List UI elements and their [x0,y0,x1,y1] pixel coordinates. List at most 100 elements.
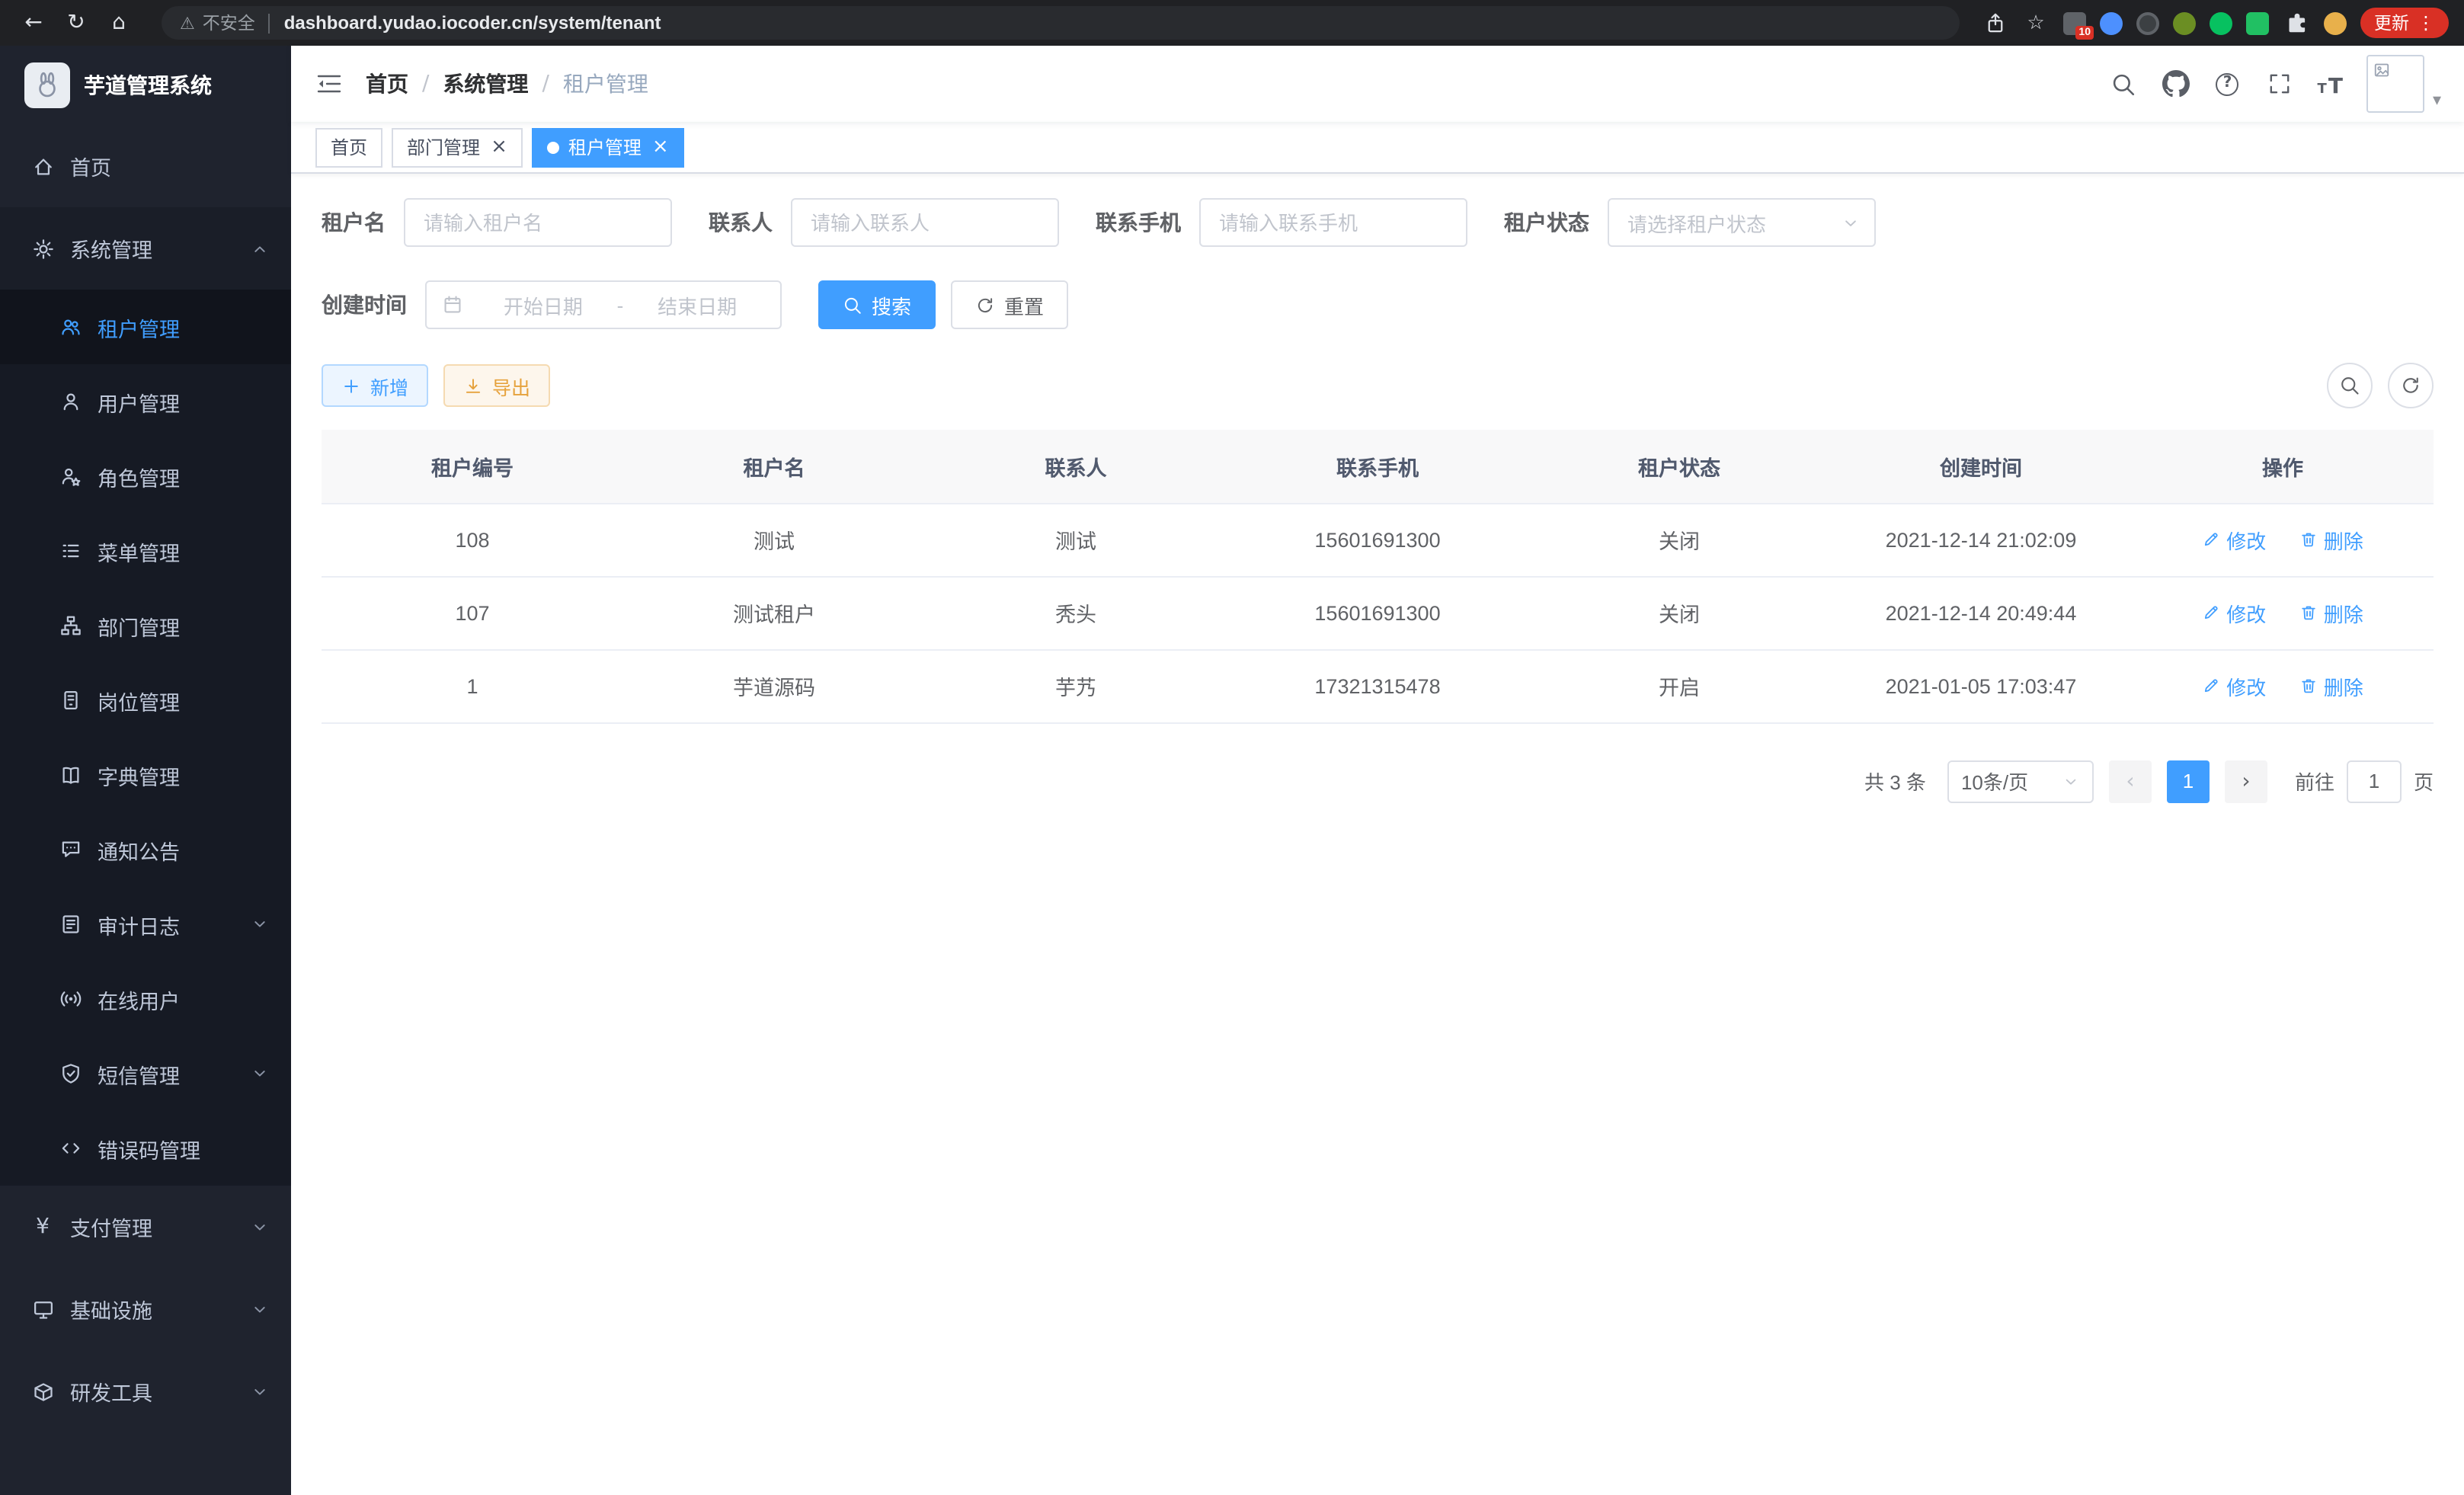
sidebar-item-post-management[interactable]: 岗位管理 [0,663,291,738]
edit-button[interactable]: 修改 [2202,598,2266,627]
sidebar-item-role-management[interactable]: 角色管理 [0,439,291,514]
close-icon[interactable]: × [491,137,507,157]
next-page-button[interactable]: › [2225,760,2267,802]
avatar-image-placeholder [2367,55,2425,113]
page-number-button[interactable]: 1 [2167,760,2210,802]
close-icon[interactable]: × [652,137,669,157]
bookmark-star-icon[interactable]: ☆ [2022,9,2050,37]
sidebar-item-dict-management[interactable]: 字典管理 [0,738,291,812]
page-unit-label: 页 [2414,767,2434,796]
add-button[interactable]: 新增 [322,364,428,407]
sidebar-item-home[interactable]: 首页 [0,125,291,207]
browser-profile-avatar[interactable] [2324,11,2347,34]
chevron-down-icon [248,914,270,935]
field-label: 租户状态 [1504,207,1589,238]
sidebar-item-online-users[interactable]: 在线用户 [0,962,291,1036]
search-button[interactable]: 搜索 [818,280,936,329]
home-icon [30,154,55,178]
edit-label: 修改 [2226,598,2266,627]
pagination: 共 3 条 10条/页 ‹ 1 › 前往 页 [322,760,2434,802]
extension-icon-1[interactable]: 10 [2063,11,2086,34]
sidebar-toggle-icon[interactable] [314,69,344,99]
table-row: 108 测试 测试 15601691300 关闭 2021-12-14 21:0… [322,503,2434,576]
sidebar-item-user-management[interactable]: 用户管理 [0,364,291,439]
field-label: 租户名 [322,207,386,238]
prev-page-button[interactable]: ‹ [2109,760,2152,802]
sidebar-item-notice[interactable]: 通知公告 [0,812,291,887]
phone-input[interactable] [1199,198,1467,247]
refresh-table-button[interactable] [2388,363,2434,408]
delete-button[interactable]: 删除 [2299,598,2363,627]
tag-tenant-management[interactable]: 租户管理 × [532,127,684,167]
fullscreen-icon[interactable] [2266,70,2293,98]
navbar: 首页 / 系统管理 / 租户管理 ? [291,46,2464,122]
extension-icon-5[interactable] [2210,11,2232,34]
extension-icon-2[interactable] [2100,11,2123,34]
breadcrumb-system[interactable]: 系统管理 [443,69,528,99]
tenant-name-cell: 测试租户 [623,576,925,649]
sidebar-item-sms-management[interactable]: 短信管理 [0,1036,291,1111]
field-label: 联系人 [709,207,773,238]
export-button[interactable]: 导出 [443,364,550,407]
filter-status: 租户状态 请选择租户状态 [1504,198,1876,247]
page-content: 租户名 联系人 联系手机 租户状态 请选择租户状态 [291,174,2464,1495]
extension-icon-6[interactable] [2246,11,2269,34]
github-icon[interactable] [2162,70,2190,98]
update-button[interactable]: 更新 ⋮ [2360,8,2449,38]
shield-icon [58,1061,82,1086]
edit-button[interactable]: 修改 [2202,671,2266,700]
browser-reload-icon[interactable]: ↻ [58,5,94,41]
reset-button-label: 重置 [1004,290,1044,319]
status-select[interactable]: 请选择租户状态 [1608,198,1876,247]
tenant-name-input[interactable] [404,198,672,247]
url-text: dashboard.yudao.iocoder.cn/system/tenant [284,12,661,34]
page-size-select[interactable]: 10条/页 [1947,760,2094,802]
sidebar-item-menu-management[interactable]: 菜单管理 [0,514,291,588]
address-bar[interactable]: ⚠ 不安全 dashboard.yudao.iocoder.cn/system/… [162,6,1960,40]
extension-icon-3[interactable] [2136,11,2159,34]
tag-dept-management[interactable]: 部门管理 × [392,127,523,167]
delete-button[interactable]: 删除 [2299,525,2363,554]
search-icon[interactable] [2110,70,2138,98]
phone-cell: 17321315478 [1227,649,1528,722]
sidebar-item-infrastructure[interactable]: 基础设施 [0,1268,291,1350]
extension-icon-4[interactable] [2173,11,2196,34]
help-icon[interactable]: ? [2214,70,2242,98]
sidebar-item-audit-log[interactable]: 审计日志 [0,887,291,962]
date-range-picker[interactable]: 开始日期 - 结束日期 [425,280,782,329]
chevron-down-icon [248,1216,270,1237]
sidebar-item-system-management[interactable]: 系统管理 [0,207,291,290]
contact-input[interactable] [791,198,1059,247]
user-avatar[interactable]: ▾ [2367,55,2441,113]
tag-home[interactable]: 首页 [315,127,382,167]
share-icon[interactable] [1981,9,2008,37]
reset-button[interactable]: 重置 [951,280,1068,329]
browser-back-icon[interactable]: ← [15,5,52,41]
edit-button[interactable]: 修改 [2202,525,2266,554]
update-button-label: 更新 [2374,11,2409,35]
filter-create-time: 创建时间 开始日期 - 结束日期 [322,280,782,329]
sidebar-item-error-code-management[interactable]: 错误码管理 [0,1111,291,1186]
browser-home-icon[interactable]: ⌂ [101,5,137,41]
total-count: 共 3 条 [1864,767,1926,796]
sidebar-item-dept-management[interactable]: 部门管理 [0,588,291,663]
plus-icon [341,376,361,395]
created-at-cell: 2021-01-05 17:03:47 [1830,649,2132,722]
goto-page-input[interactable] [2347,760,2402,802]
sidebar-item-payment-management[interactable]: ¥ 支付管理 [0,1186,291,1268]
tenant-id-cell: 107 [322,576,623,649]
table-header-row: 租户编号 租户名 联系人 联系手机 租户状态 创建时间 操作 [322,430,2434,503]
breadcrumb-separator: / [542,73,549,94]
breadcrumb-home[interactable]: 首页 [366,69,408,99]
browser-menu-icon[interactable]: ⋮ [2417,14,2435,32]
filter-row-1: 租户名 联系人 联系手机 租户状态 请选择租户状态 [322,198,2434,247]
delete-button[interactable]: 删除 [2299,671,2363,700]
extensions-puzzle-icon[interactable] [2283,9,2310,37]
chevron-down-icon [248,1298,270,1320]
sidebar-item-dev-tools[interactable]: 研发工具 [0,1350,291,1433]
column-actions: 操作 [2132,430,2434,503]
font-size-icon[interactable]: T T [2318,70,2343,98]
phone-cell: 15601691300 [1227,503,1528,576]
sidebar-item-tenant-management[interactable]: 租户管理 [0,290,291,364]
toggle-search-button[interactable] [2327,363,2373,408]
